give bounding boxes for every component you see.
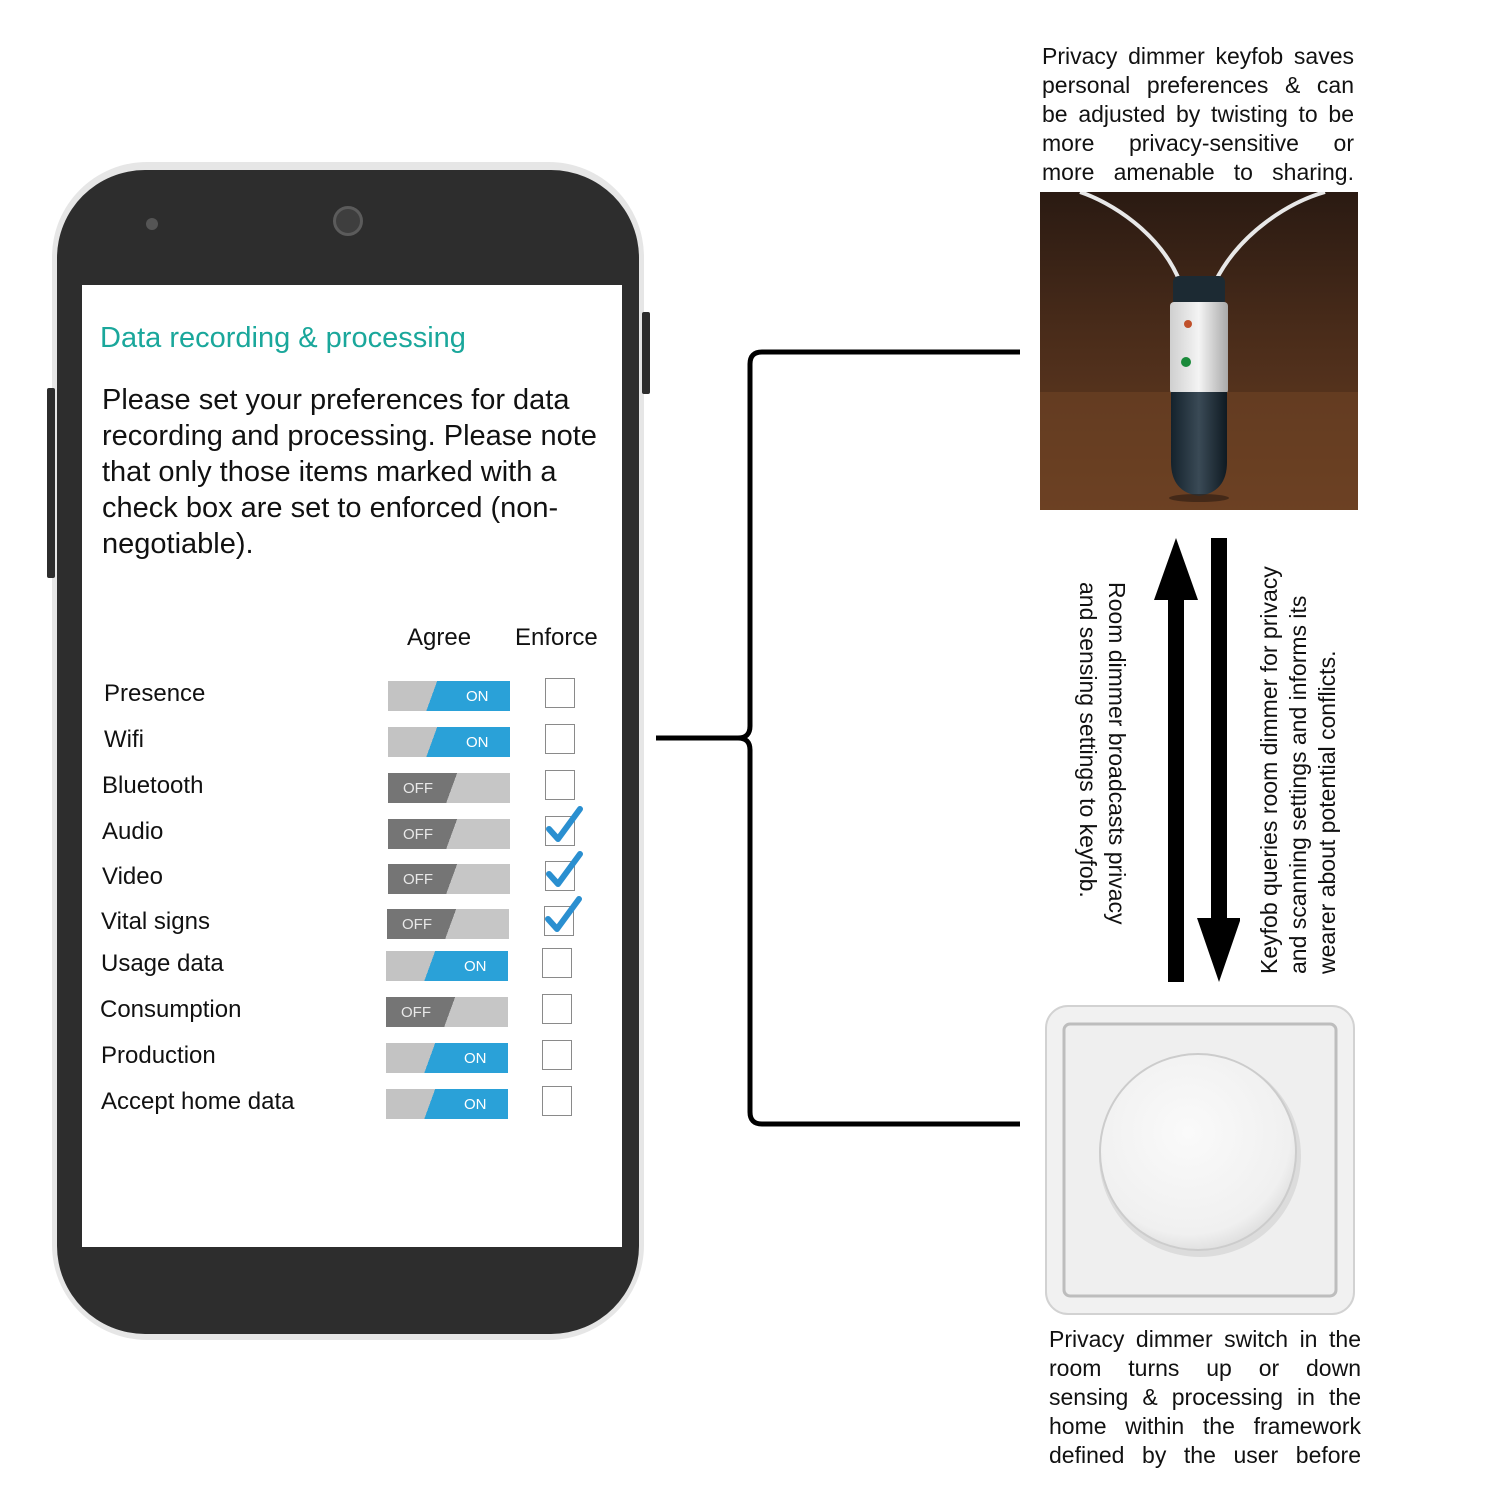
toggle-state-label: OFF <box>402 915 432 933</box>
toggle-state-label: ON <box>464 957 487 975</box>
connector-bracket <box>656 349 1020 1127</box>
dimmer-caption-line: defined by the user before <box>1049 1442 1361 1468</box>
checkmark-icon <box>546 851 583 887</box>
preference-label: Audio <box>102 818 164 845</box>
keyfob-caption-line: personal preferences & can <box>1042 72 1354 98</box>
enforce-checkbox[interactable] <box>544 896 582 936</box>
agree-toggle[interactable]: OFF <box>386 997 508 1027</box>
dimmer-switch-photo <box>1045 1005 1355 1315</box>
enforce-checkbox[interactable] <box>545 724 575 754</box>
keyfob-caption-line: more privacy-sensitive or <box>1042 130 1354 156</box>
enforce-checkbox[interactable] <box>545 770 575 800</box>
agree-toggle[interactable]: OFF <box>388 864 510 894</box>
keyfob-caption: Privacy dimmer keyfob saves personal pre… <box>1042 42 1354 187</box>
preference-label: Bluetooth <box>102 772 204 799</box>
down-arrow-text-line: Keyfob queries room dimmer for privacy <box>1256 566 1282 974</box>
enforce-checkbox[interactable] <box>542 994 572 1024</box>
up-arrow <box>1154 538 1198 982</box>
keyfob-photo <box>1040 192 1358 510</box>
phone-volume-button <box>47 388 55 578</box>
toggle-state-label: ON <box>464 1095 487 1113</box>
dimmer-caption: Privacy dimmer switch in the room turns … <box>1049 1325 1361 1470</box>
keyfob-caption-line: Privacy dimmer keyfob saves <box>1042 43 1354 69</box>
dimmer-caption-line: room turns up or down <box>1049 1355 1361 1381</box>
toggle-state-label: ON <box>466 733 489 751</box>
enforce-checkbox[interactable] <box>545 806 583 846</box>
preference-label: Production <box>101 1042 216 1069</box>
phone-speaker <box>146 218 158 230</box>
phone-power-button <box>642 312 650 394</box>
toggle-state-label: OFF <box>403 870 433 888</box>
phone-camera <box>333 206 363 236</box>
enforce-column-header: Enforce <box>515 624 598 651</box>
preference-label: Consumption <box>100 996 242 1023</box>
preference-label: Wifi <box>104 726 144 753</box>
up-arrow-text: Room dimmer broadcasts privacy and sensi… <box>1073 582 1131 925</box>
enforce-checkbox[interactable] <box>542 1086 572 1116</box>
enforce-checkbox[interactable] <box>545 851 583 891</box>
agree-column-header: Agree <box>407 624 472 651</box>
up-arrow-text-line: Room dimmer broadcasts privacy <box>1104 582 1130 925</box>
enforce-checkbox[interactable] <box>545 678 575 708</box>
agree-toggle[interactable]: ON <box>386 1043 508 1073</box>
keyfob-caption-line: be adjusted by twisting to be <box>1042 101 1354 127</box>
agree-toggle[interactable]: ON <box>388 727 510 757</box>
preference-label: Presence <box>104 680 206 707</box>
agree-toggle[interactable]: OFF <box>387 909 509 939</box>
down-arrow-text-line: wearer about potential conflicts. <box>1314 650 1340 974</box>
screen-description: Please set your preferences for data rec… <box>102 384 597 560</box>
screen-title: Data recording & processing <box>100 322 466 354</box>
dimmer-caption-line: Privacy dimmer switch in the <box>1049 1326 1361 1352</box>
keyfob-caption-line: more amenable to sharing. <box>1042 159 1354 185</box>
preference-label: Usage data <box>101 950 224 977</box>
arrows-graphic <box>1154 538 1240 982</box>
agree-toggle[interactable]: ON <box>388 681 510 711</box>
preference-label: Accept home data <box>101 1088 295 1115</box>
toggle-state-label: ON <box>466 687 489 705</box>
agree-toggle[interactable]: ON <box>386 951 508 981</box>
agree-toggle[interactable]: ON <box>386 1089 508 1119</box>
down-arrow-text: Keyfob queries room dimmer for privacy a… <box>1255 566 1342 974</box>
enforce-checkbox[interactable] <box>542 948 572 978</box>
down-arrow <box>1197 538 1240 982</box>
toggle-state-label: ON <box>464 1049 487 1067</box>
toggle-state-label: OFF <box>403 825 433 843</box>
preference-label: Vital signs <box>101 908 210 935</box>
dimmer-caption-line: home within the framework <box>1049 1413 1361 1439</box>
down-arrow-text-line: and scanning settings and informs its <box>1285 595 1311 974</box>
dimmer-caption-line: sensing & processing in the <box>1049 1384 1361 1410</box>
checkmark-icon <box>546 806 583 842</box>
preference-label: Video <box>102 863 163 890</box>
checkmark-icon <box>545 896 582 932</box>
agree-toggle[interactable]: OFF <box>388 819 510 849</box>
toggle-state-label: OFF <box>401 1003 431 1021</box>
enforce-checkbox[interactable] <box>542 1040 572 1070</box>
agree-toggle[interactable]: OFF <box>388 773 510 803</box>
toggle-state-label: OFF <box>403 779 433 797</box>
up-arrow-text-line: and sensing settings to keyfob. <box>1075 582 1101 898</box>
